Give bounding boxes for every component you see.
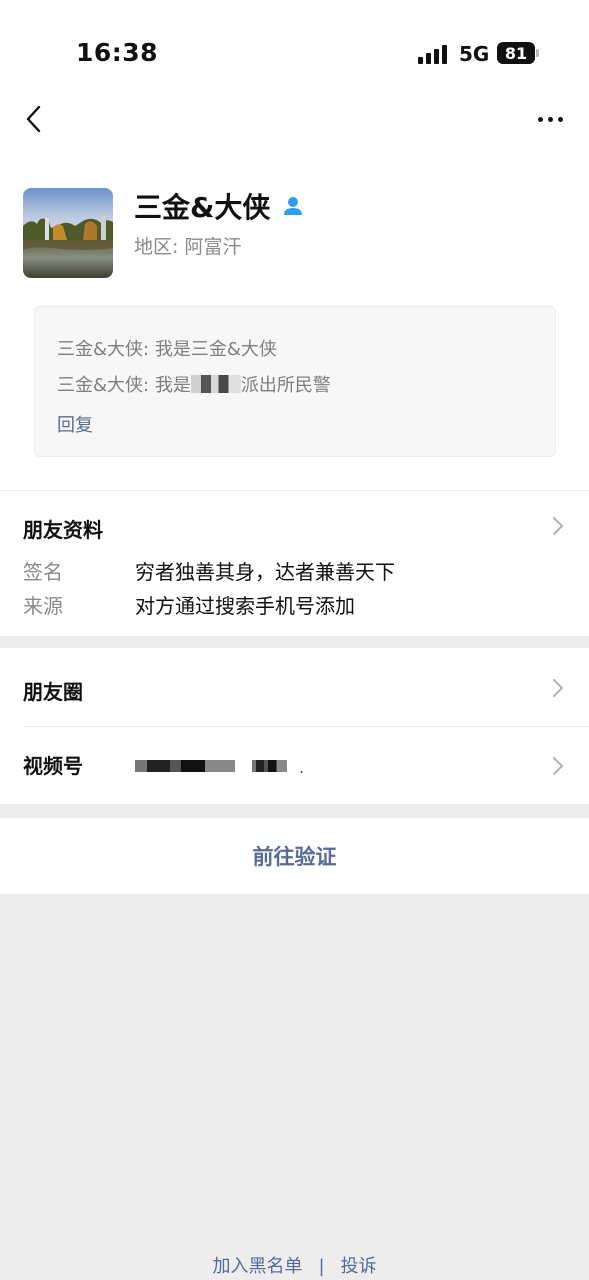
message-prefix: 三金&大侠: 我是 [57,375,191,396]
chevron-right-icon[interactable] [551,677,565,699]
battery-tip [536,49,539,57]
redacted-block [135,760,235,772]
network-label: 5G [459,42,490,66]
region-text: 地区: 阿富汗 [134,236,242,258]
friend-info-title[interactable]: 朋友资料 [23,514,103,543]
reply-link[interactable]: 回复 [57,411,93,437]
back-button[interactable] [18,100,48,138]
status-time: 16:38 [76,38,159,67]
nickname: 三金&大侠 [134,186,304,226]
signal-icon [418,44,450,64]
divider [0,490,589,491]
battery-level: 81 [504,43,528,63]
redacted-block [190,375,241,393]
divider [23,726,589,727]
message-line: 三金&大侠: 我是三金&大侠 [57,339,277,360]
nickname-text: 三金&大侠 [134,191,271,224]
signature-value: 穷者独善其身，达者兼善天下 [135,560,395,584]
verify-button[interactable]: 前往验证 [0,818,589,894]
signature-label: 签名 [23,560,63,584]
person-icon [284,197,303,215]
battery-icon: 81 [497,42,535,64]
more-dots-icon [537,116,543,122]
report-link[interactable]: 投诉 [341,1256,377,1277]
chevron-left-icon [26,105,41,133]
avatar[interactable] [23,188,113,278]
blacklist-link[interactable]: 加入黑名单 [212,1256,302,1277]
redacted-block [252,760,287,772]
channels-trailing-mark: . [299,758,305,777]
more-button[interactable] [530,105,570,133]
verification-messages: 三金&大侠: 我是三金&大侠 三金&大侠: 我是 派出所民警 回复 [34,306,556,457]
message-line: 三金&大侠: 我是 派出所民警 [57,371,331,397]
footer-links: 加入黑名单 | 投诉 [0,1252,589,1278]
avatar-image [23,188,113,278]
message-suffix: 派出所民警 [240,375,331,396]
chevron-right-icon[interactable] [551,755,565,777]
source-label: 来源 [23,594,63,618]
source-value: 对方通过搜索手机号添加 [135,594,355,618]
chevron-right-icon[interactable] [551,515,565,537]
channels-label[interactable]: 视频号 [23,750,83,779]
moments-label[interactable]: 朋友圈 [23,676,83,705]
footer-separator: | [318,1256,325,1277]
contact-profile-page: 16:38 5G 81 三金&大侠 地区: 阿富汗 三金&大侠: 我是三金&大侠… [0,0,589,1280]
